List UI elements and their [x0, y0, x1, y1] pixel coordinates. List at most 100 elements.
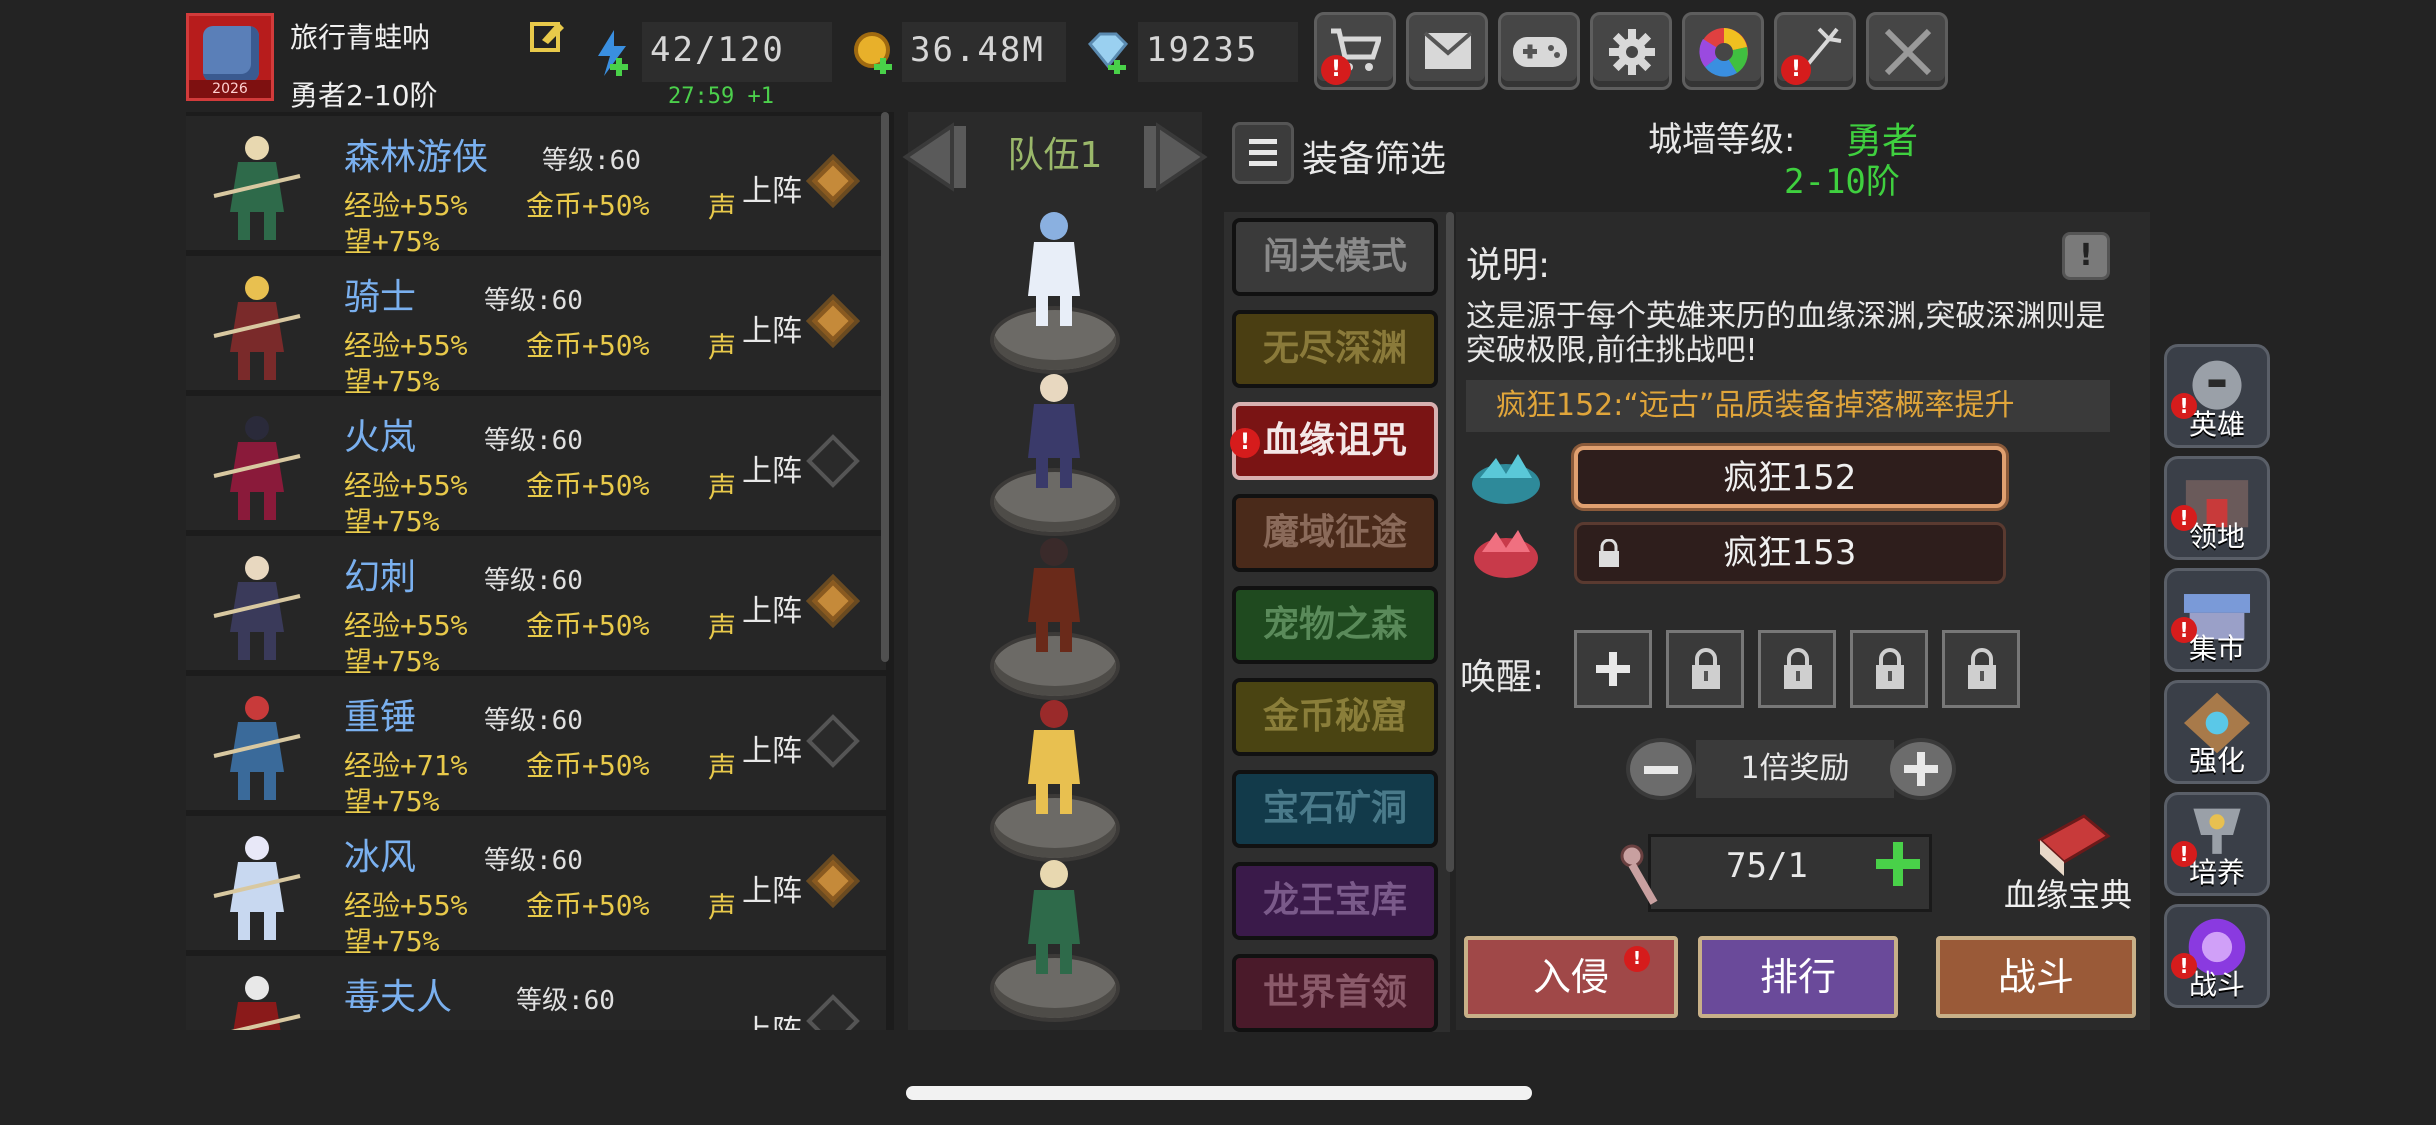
mode-button[interactable]: 世界首领: [1232, 954, 1438, 1032]
team-hero-sprite[interactable]: [1004, 526, 1104, 656]
team-next-arrow-icon[interactable]: [1138, 122, 1212, 192]
hero-row[interactable]: 重锤 等级:60 经验+71% 金币+50% 声望+75% 上阵: [186, 676, 886, 818]
awaken-locked-slot[interactable]: [1666, 630, 1744, 708]
action-button[interactable]: 入侵!: [1464, 936, 1678, 1018]
hero-level: 等级:60: [484, 706, 583, 736]
deploy-diamond-icon[interactable]: [806, 294, 860, 348]
minus-icon: [1644, 766, 1678, 774]
hero-gold-bonus: 金币+50%: [526, 749, 650, 782]
mode-label: 宝石矿洞: [1262, 788, 1407, 829]
side-menu-button[interactable]: 集市!: [2164, 568, 2270, 672]
hero-exp-bonus: 经验+55%: [344, 329, 468, 362]
stage-bar-current[interactable]: 疯狂152: [1574, 446, 2006, 508]
mode-button[interactable]: 金币秘窟: [1232, 678, 1438, 756]
hero-name: 骑士: [344, 277, 417, 318]
mode-button[interactable]: 血缘诅咒!: [1230, 402, 1438, 480]
hero-row[interactable]: 火岚 等级:60 经验+55% 金币+50% 声望+75% 上阵: [186, 396, 886, 538]
side-menu-button[interactable]: 英雄!: [2164, 344, 2270, 448]
mode-button[interactable]: 无尽深渊: [1232, 310, 1438, 388]
hero-row[interactable]: 骑士 等级:60 经验+55% 金币+50% 声望+75% 上阵: [186, 256, 886, 398]
deploy-diamond-icon[interactable]: [806, 714, 860, 768]
hero-row[interactable]: 冰风 等级:60 经验+55% 金币+50% 声望+75% 上阵: [186, 816, 886, 958]
crossed-swords-button[interactable]: [1866, 12, 1948, 90]
deploy-button[interactable]: 上阵: [742, 866, 802, 910]
mode-label: 魔域征途: [1262, 512, 1407, 553]
edit-icon[interactable]: [528, 18, 566, 56]
hero-row[interactable]: 毒夫人 等级:60 上阵: [186, 956, 886, 1030]
deploy-button[interactable]: 上阵: [742, 166, 802, 210]
shop-button[interactable]: !: [1314, 12, 1396, 90]
deploy-diamond-icon[interactable]: [806, 854, 860, 908]
hero-row[interactable]: 幻刺 等级:60 经验+55% 金币+50% 声望+75% 上阵: [186, 536, 886, 678]
awaken-locked-slot[interactable]: [1758, 630, 1836, 708]
mode-button[interactable]: 龙王宝库: [1232, 862, 1438, 940]
lock-icon: [1968, 648, 1996, 689]
awaken-locked-slot[interactable]: [1850, 630, 1928, 708]
abyss-stage-icon: [1472, 454, 1540, 504]
settings-button[interactable]: [1590, 12, 1672, 90]
wheel-button[interactable]: [1682, 12, 1764, 90]
side-menu-button[interactable]: 培养!: [2164, 792, 2270, 896]
player-avatar[interactable]: 2026: [186, 13, 274, 101]
plus-icon: [1596, 652, 1630, 686]
deploy-button[interactable]: 上阵: [742, 446, 802, 490]
hero-row[interactable]: 森林游侠 等级:60 经验+55% 金币+50% 声望+75% 上阵: [186, 116, 886, 258]
deploy-button[interactable]: 上阵: [742, 306, 802, 350]
mode-list-scrollbar[interactable]: [1446, 212, 1454, 872]
mode-button[interactable]: 魔域征途: [1232, 494, 1438, 572]
mode-button[interactable]: 闯关模式: [1232, 218, 1438, 296]
codex-label[interactable]: 血缘宝典: [2004, 870, 2132, 916]
team-hero-sprite[interactable]: [1004, 688, 1104, 818]
hero-fame-bonus: 声: [708, 891, 737, 924]
side-menu-button[interactable]: 战斗!: [2164, 904, 2270, 1008]
reward-decrease-button[interactable]: [1626, 738, 1696, 800]
lock-icon: [1599, 539, 1619, 567]
gem-box: 19235: [1138, 22, 1298, 82]
side-menu-button[interactable]: 领地!: [2164, 456, 2270, 560]
hero-exp-bonus: 经验+55%: [344, 609, 468, 642]
deploy-diamond-icon[interactable]: [806, 994, 860, 1030]
deploy-button[interactable]: 上阵: [742, 1006, 802, 1030]
filter-button[interactable]: [1232, 122, 1294, 184]
mode-label: 世界首领: [1262, 972, 1407, 1013]
deploy-diamond-icon[interactable]: [806, 574, 860, 628]
mode-button[interactable]: 宝石矿洞: [1232, 770, 1438, 848]
side-menu-label: 强化: [2188, 744, 2245, 777]
team-hero-sprite[interactable]: [1004, 848, 1104, 978]
energy-icon: [598, 30, 628, 76]
hero-list-scrollbar[interactable]: [881, 112, 889, 662]
bonus-info: 疯狂152:“远古”品质装备掉落概率提升: [1466, 380, 2110, 432]
team-prev-arrow-icon[interactable]: [898, 122, 972, 192]
action-button[interactable]: 排行: [1698, 936, 1898, 1018]
plus-icon: [1904, 752, 1938, 786]
side-menu-button[interactable]: 强化: [2164, 680, 2270, 784]
reward-increase-button[interactable]: [1886, 738, 1956, 800]
hero-name: 火岚: [344, 417, 417, 458]
deploy-button[interactable]: 上阵: [742, 586, 802, 630]
awaken-add-slot[interactable]: [1574, 630, 1652, 708]
hero-list[interactable]: 森林游侠 等级:60 经验+55% 金币+50% 声望+75% 上阵 骑士 等级:60 经验+5…: [186, 112, 894, 1030]
fireworks-button[interactable]: !: [1774, 12, 1856, 90]
help-button[interactable]: !: [2062, 232, 2110, 280]
team-hero-sprite[interactable]: [1004, 200, 1104, 330]
ticket-add-button[interactable]: [1876, 842, 1920, 886]
awaken-locked-slot[interactable]: [1942, 630, 2020, 708]
home-indicator[interactable]: [906, 1086, 1532, 1100]
hero-name: 毒夫人: [344, 977, 453, 1018]
filter-label[interactable]: 装备筛选: [1302, 130, 1446, 182]
mode-button[interactable]: 宠物之森: [1232, 586, 1438, 664]
action-button[interactable]: 战斗: [1936, 936, 2136, 1018]
deploy-diamond-icon[interactable]: [806, 434, 860, 488]
lock-icon: [1876, 648, 1904, 689]
stage-bar-locked[interactable]: 疯狂153: [1574, 522, 2006, 584]
deploy-button[interactable]: 上阵: [742, 726, 802, 770]
hero-portrait: [213, 276, 301, 380]
hero-level: 等级:60: [484, 286, 583, 316]
team-hero-sprite[interactable]: [1004, 362, 1104, 492]
energy-timer: 27:59 +1: [668, 84, 774, 109]
deploy-diamond-icon[interactable]: [806, 154, 860, 208]
hero-fame-bonus-cont: 望+75%: [344, 505, 440, 538]
mail-button[interactable]: [1406, 12, 1488, 90]
wall-level-sub: 2-10阶: [1784, 162, 1900, 202]
controller-button[interactable]: [1498, 12, 1580, 90]
